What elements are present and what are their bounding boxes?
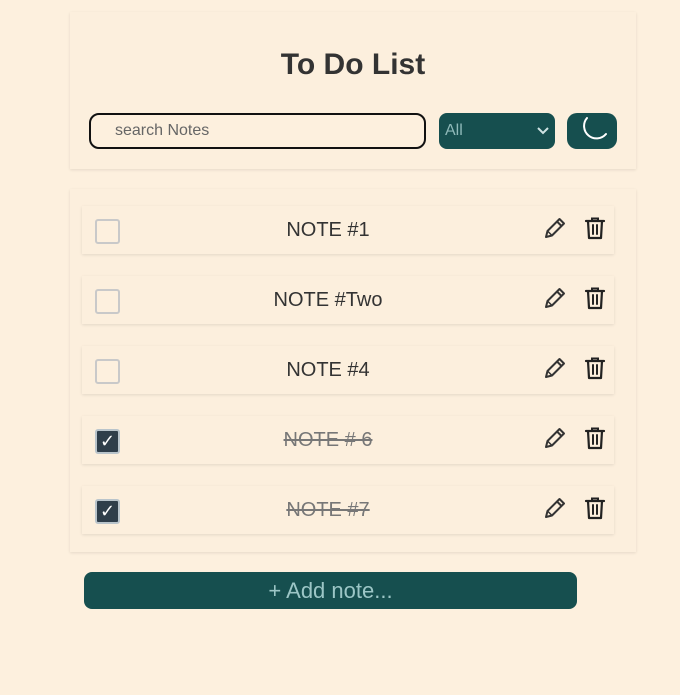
pencil-icon[interactable] (542, 355, 568, 381)
list-item: ✓ NOTE #7 (82, 486, 614, 534)
pencil-icon[interactable] (542, 495, 568, 521)
note-text: NOTE # 6 (283, 428, 373, 451)
header-card: To Do List All (70, 12, 636, 169)
note-checkbox[interactable]: ✓ (95, 499, 120, 524)
page-title: To Do List (280, 48, 426, 81)
trash-icon[interactable] (582, 425, 608, 451)
trash-icon[interactable] (582, 355, 608, 381)
theme-toggle-button[interactable] (567, 113, 617, 149)
note-text: NOTE #4 (286, 358, 370, 381)
filter-selected-value: All (445, 122, 463, 139)
note-checkbox[interactable] (95, 289, 120, 314)
list-item: NOTE #4 (82, 346, 614, 394)
pencil-icon[interactable] (542, 215, 568, 241)
chevron-down-icon (537, 124, 549, 138)
trash-icon[interactable] (582, 215, 608, 241)
notes-list: NOTE #1 NOTE #Two NOTE #4 ✓ NOTE # 6 ✓ N… (70, 189, 636, 552)
search-input[interactable] (89, 113, 426, 149)
pencil-icon[interactable] (542, 425, 568, 451)
trash-icon[interactable] (582, 285, 608, 311)
list-item: NOTE #Two (82, 276, 614, 324)
pencil-icon[interactable] (542, 285, 568, 311)
list-item: ✓ NOTE # 6 (82, 416, 614, 464)
note-checkbox[interactable] (95, 219, 120, 244)
filter-select[interactable]: All (439, 113, 555, 149)
note-checkbox[interactable] (95, 359, 120, 384)
note-text: NOTE #1 (286, 218, 370, 241)
note-text: NOTE #Two (273, 288, 383, 311)
trash-icon[interactable] (582, 495, 608, 521)
add-note-button[interactable]: + Add note... (84, 572, 577, 609)
note-text: NOTE #7 (286, 498, 370, 521)
note-checkbox[interactable]: ✓ (95, 429, 120, 454)
moon-icon (575, 115, 609, 148)
list-item: NOTE #1 (82, 206, 614, 254)
